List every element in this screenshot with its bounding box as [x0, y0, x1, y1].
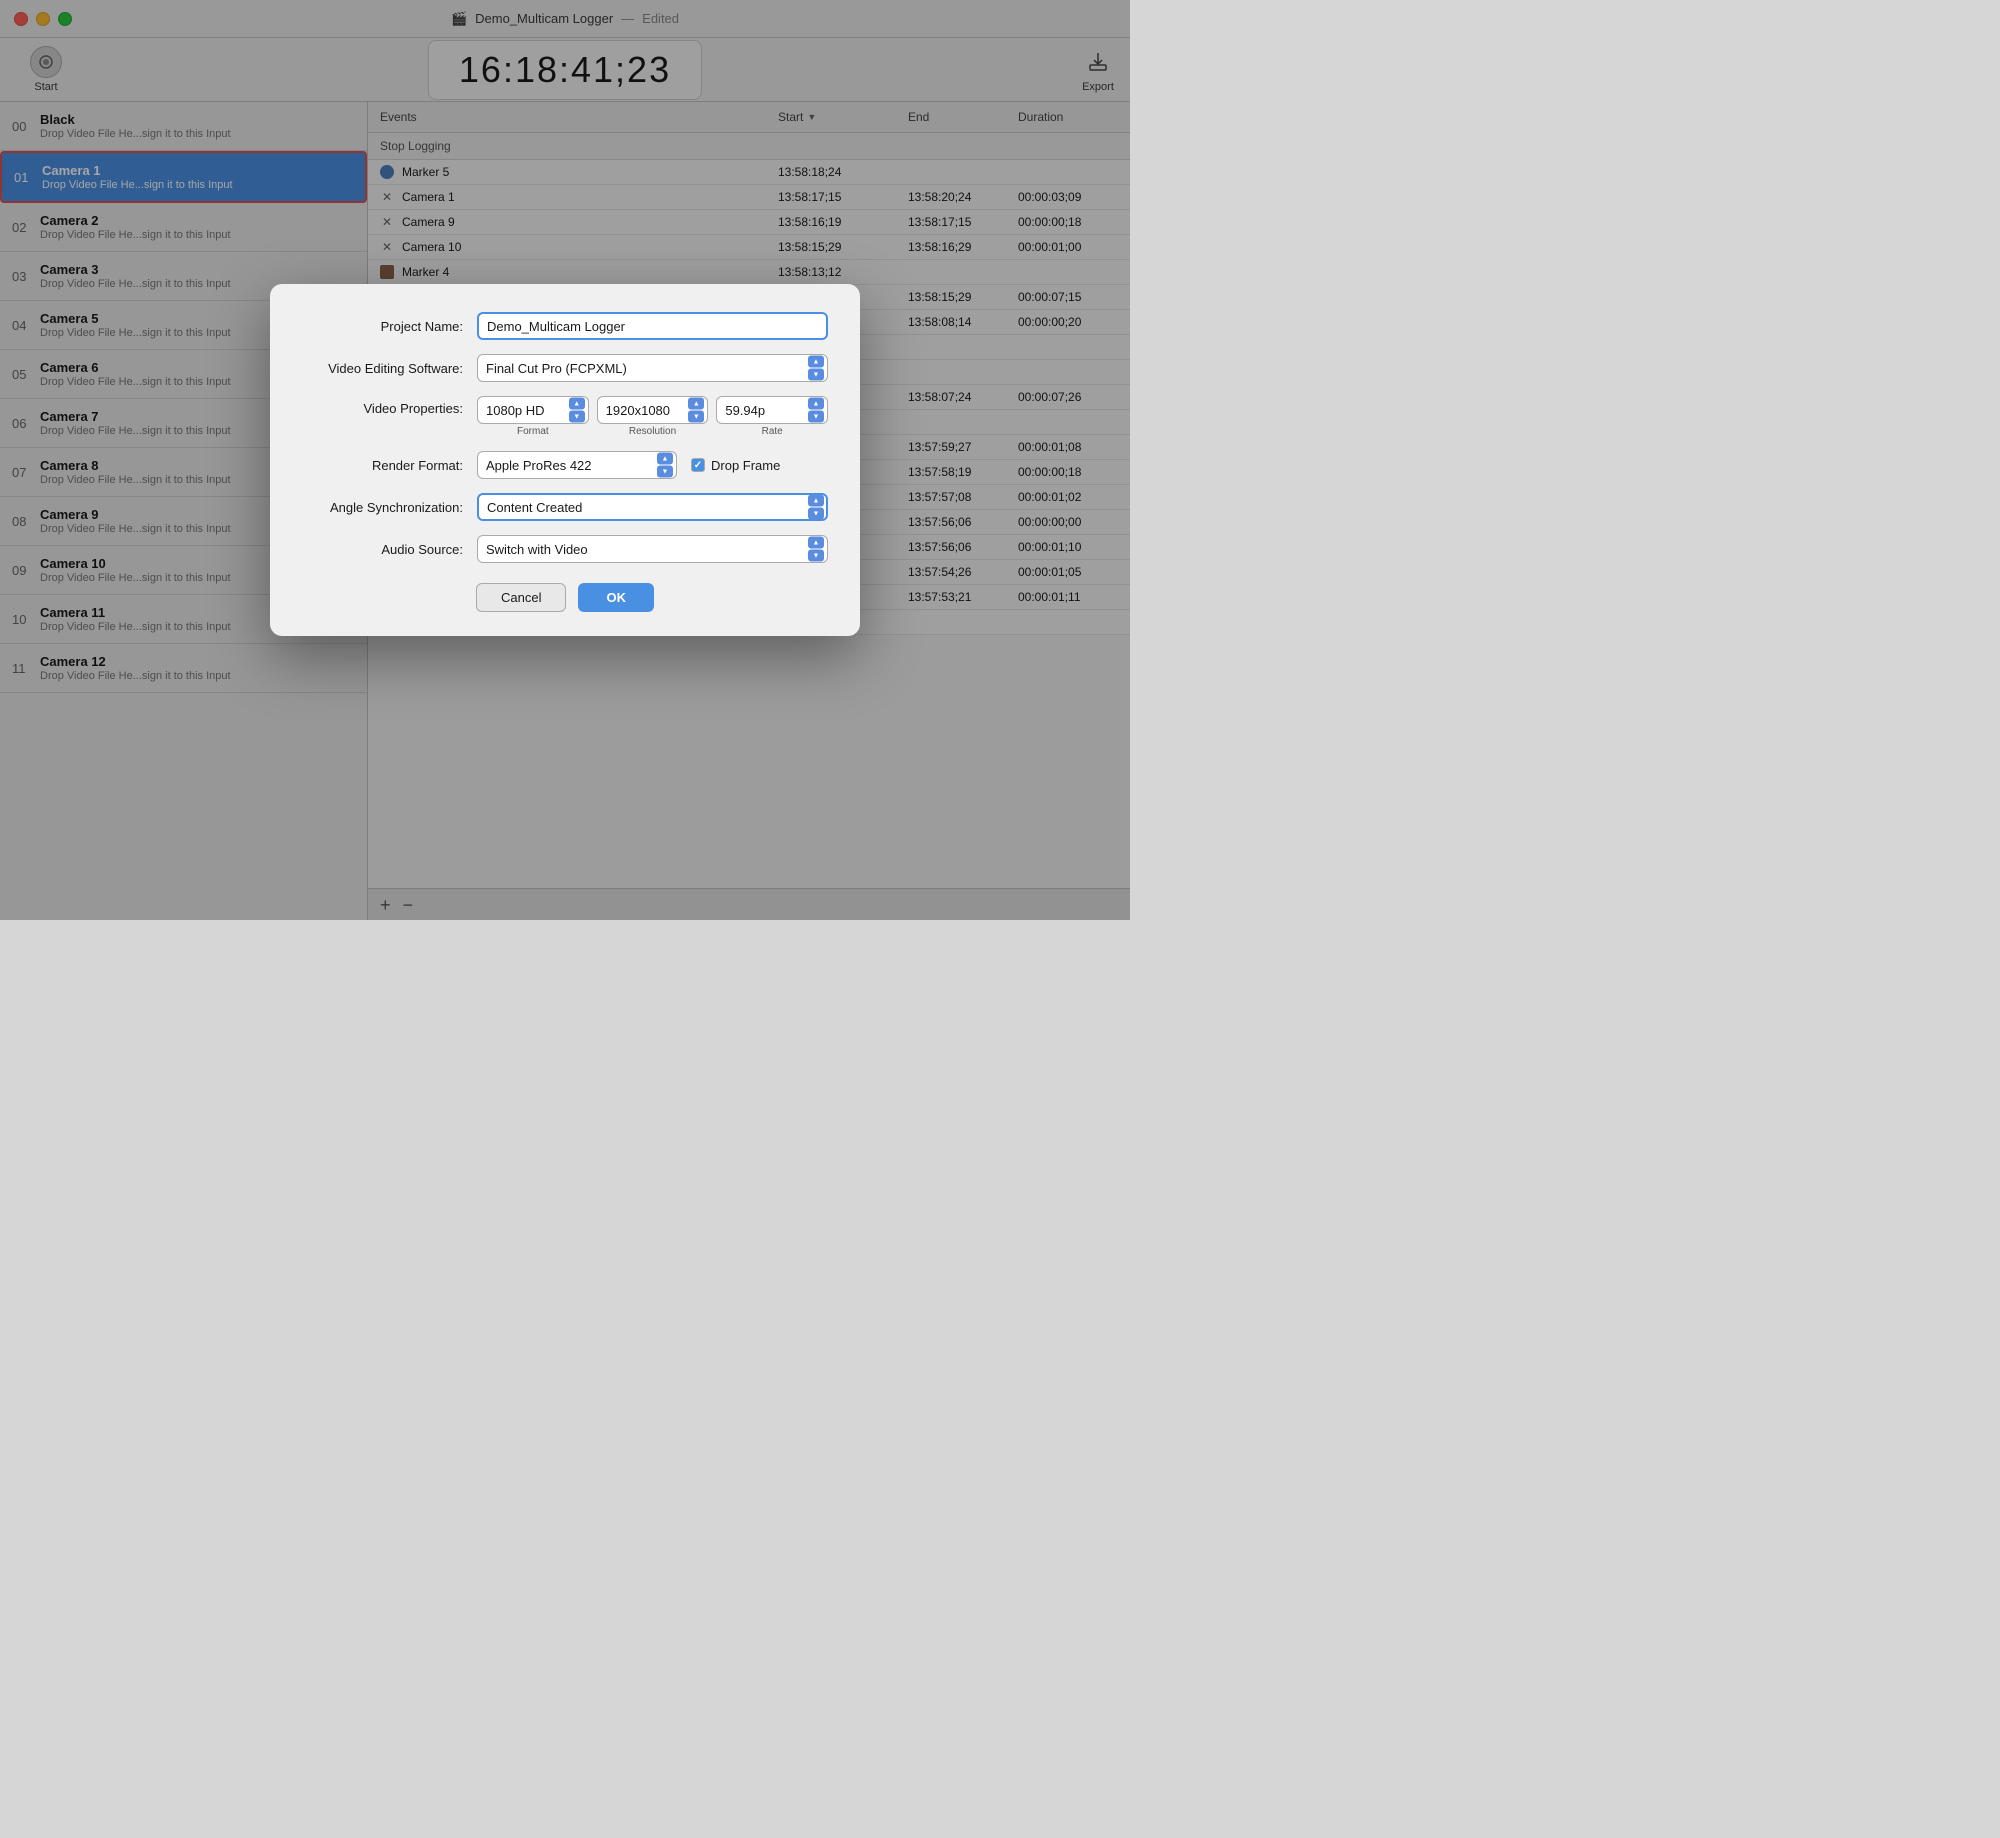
video-software-select-wrapper: Final Cut Pro (FCPXML) — [477, 354, 828, 382]
rate-sublabel: Rate — [716, 426, 828, 437]
angle-sync-select-wrapper: Content Created — [477, 493, 828, 521]
format-select-wrap: 1080p HD — [477, 396, 589, 424]
angle-sync-label: Angle Synchronization: — [302, 500, 477, 515]
project-name-label: Project Name: — [302, 319, 477, 334]
ok-button[interactable]: OK — [578, 583, 654, 612]
audio-source-row: Audio Source: Switch with Video — [302, 535, 828, 563]
video-properties-label: Video Properties: — [302, 396, 477, 416]
drop-frame-wrap: Drop Frame — [691, 458, 780, 473]
render-format-select[interactable]: Apple ProRes 422 — [477, 451, 677, 479]
modal-overlay: Project Name: Video Editing Software: Fi… — [0, 0, 1130, 920]
video-format-select[interactable]: 1080p HD — [477, 396, 589, 424]
angle-sync-row: Angle Synchronization: Content Created — [302, 493, 828, 521]
project-name-row: Project Name: — [302, 312, 828, 340]
video-rate-select[interactable]: 59.94p — [716, 396, 828, 424]
dialog-buttons: Cancel OK — [302, 583, 828, 612]
rate-select-wrap: 59.94p — [716, 396, 828, 424]
project-name-input[interactable] — [477, 312, 828, 340]
resolution-sublabel: Resolution — [597, 426, 709, 437]
audio-source-select[interactable]: Switch with Video — [477, 535, 828, 563]
video-software-row: Video Editing Software: Final Cut Pro (F… — [302, 354, 828, 382]
audio-source-label: Audio Source: — [302, 542, 477, 557]
video-properties-row: Video Properties: 1080p HD 1 — [302, 396, 828, 437]
video-software-select[interactable]: Final Cut Pro (FCPXML) — [477, 354, 828, 382]
drop-frame-label: Drop Frame — [711, 458, 780, 473]
video-properties-fields: 1080p HD 1920x1080 — [477, 396, 828, 437]
render-format-label: Render Format: — [302, 458, 477, 473]
render-format-row: Render Format: Apple ProRes 422 Drop Fra… — [302, 451, 828, 479]
video-sublabels: Format Resolution Rate — [477, 426, 828, 437]
cancel-button[interactable]: Cancel — [476, 583, 566, 612]
audio-source-select-wrapper: Switch with Video — [477, 535, 828, 563]
video-software-label: Video Editing Software: — [302, 361, 477, 376]
render-format-select-wrap: Apple ProRes 422 — [477, 451, 677, 479]
resolution-select-wrap: 1920x1080 — [597, 396, 709, 424]
video-resolution-select[interactable]: 1920x1080 — [597, 396, 709, 424]
drop-frame-checkbox[interactable] — [691, 458, 705, 472]
settings-dialog: Project Name: Video Editing Software: Fi… — [270, 284, 860, 636]
format-sublabel: Format — [477, 426, 589, 437]
video-selects: 1080p HD 1920x1080 — [477, 396, 828, 424]
angle-sync-select[interactable]: Content Created — [477, 493, 828, 521]
